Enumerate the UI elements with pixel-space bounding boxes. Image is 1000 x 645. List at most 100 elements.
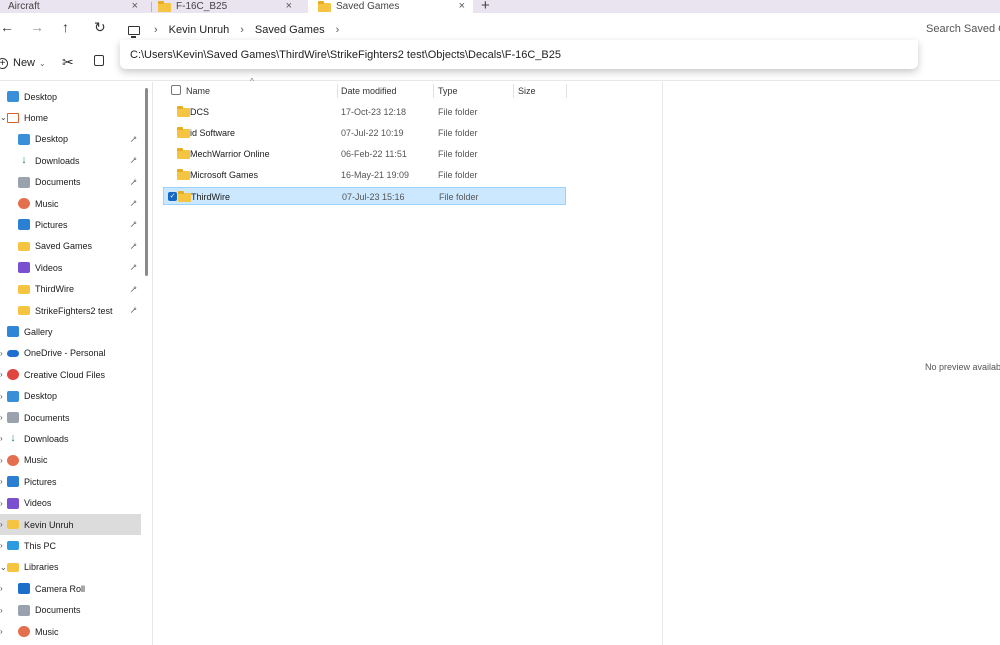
address-path-text[interactable]: C:\Users\Kevin\Saved Games\ThirdWire\Str…	[130, 49, 561, 61]
column-divider[interactable]	[566, 84, 567, 98]
pin-icon[interactable]: ⊸	[127, 261, 140, 274]
computer-icon	[128, 25, 140, 38]
chevron-right-icon[interactable]: ›	[240, 24, 244, 36]
column-size[interactable]: Size	[518, 86, 536, 96]
sidebar-item[interactable]: Desktop	[0, 86, 141, 107]
sidebar-item[interactable]: › Music	[0, 621, 141, 642]
refresh-icon[interactable]: ↻	[94, 19, 106, 36]
chevron-right-icon[interactable]: ›	[0, 541, 3, 550]
pin-icon[interactable]: ⊸	[127, 218, 140, 231]
sidebar-item-label: Documents	[35, 177, 81, 188]
chevron-down-icon[interactable]: ⌄	[0, 563, 7, 572]
file-row[interactable]: id Software 07-Jul-22 10:19 File folder	[163, 124, 566, 142]
breadcrumb-item[interactable]: Kevin Unruh	[169, 24, 230, 36]
chevron-right-icon[interactable]: ›	[0, 434, 3, 443]
column-divider[interactable]	[513, 84, 514, 98]
file-row[interactable]: ✓ ThirdWire 07-Jul-23 15:16 File folder	[163, 187, 566, 205]
column-type[interactable]: Type	[438, 86, 458, 96]
chevron-right-icon[interactable]: ›	[0, 456, 3, 465]
search-input[interactable]: Search Saved Ga	[926, 23, 1000, 35]
new-button[interactable]: + New ⌄	[0, 57, 46, 69]
folder-icon	[7, 520, 19, 529]
sidebar-item[interactable]: › Videos	[0, 493, 141, 514]
chevron-right-icon[interactable]: ›	[0, 477, 3, 486]
pin-icon[interactable]: ⊸	[127, 197, 140, 210]
sidebar-item[interactable]: › Kevin Unruh	[0, 514, 141, 535]
sidebar-item[interactable]: ⌄ Home	[0, 107, 141, 128]
select-all-checkbox[interactable]	[171, 85, 181, 95]
sidebar-item[interactable]: › OneDrive - Personal	[0, 343, 141, 364]
chevron-right-icon[interactable]: ›	[154, 24, 158, 36]
sidebar-item[interactable]: › Documents	[0, 600, 141, 621]
pin-icon[interactable]: ⊸	[127, 154, 140, 167]
sidebar-item[interactable]: Videos ⊸	[0, 257, 141, 278]
sidebar-item[interactable]: › Music	[0, 450, 141, 471]
chevron-right-icon[interactable]: ›	[0, 370, 3, 379]
cut-icon[interactable]: ✂	[62, 54, 74, 71]
sidebar-item[interactable]: ThirdWire ⊸	[0, 279, 141, 300]
file-row[interactable]: DCS 17-Oct-23 12:18 File folder	[163, 103, 566, 121]
sidebar-item[interactable]: ↓ Downloads ⊸	[0, 150, 141, 171]
close-icon[interactable]: ×	[286, 0, 292, 12]
sidebar-item-label: StrikeFighters2 test	[35, 305, 113, 316]
new-tab-icon[interactable]: +	[481, 0, 490, 13]
sidebar-item[interactable]: › Camera Roll	[0, 578, 141, 599]
sidebar-item[interactable]: › Documents	[0, 407, 141, 428]
sidebar-item[interactable]: › ↓ Downloads	[0, 428, 141, 449]
breadcrumb-item[interactable]: Saved Games	[255, 24, 325, 36]
chevron-right-icon[interactable]: ›	[0, 584, 3, 593]
sidebar-item[interactable]: StrikeFighters2 test ⊸	[0, 300, 141, 321]
pin-icon[interactable]: ⊸	[127, 304, 140, 317]
chevron-right-icon[interactable]: ›	[0, 413, 3, 422]
column-divider[interactable]	[337, 84, 338, 98]
tab-f16c-b25[interactable]: F-16C_B25 ×	[158, 0, 300, 13]
chevron-down-icon[interactable]: ⌄	[0, 113, 7, 122]
tab-aircraft[interactable]: Aircraft ×	[8, 0, 146, 13]
up-arrow-icon[interactable]: ↑	[62, 19, 69, 35]
sidebar-item[interactable]: › This PC	[0, 535, 141, 556]
sidebar-item-label: Saved Games	[35, 241, 93, 252]
chevron-right-icon[interactable]: ›	[0, 392, 3, 401]
sidebar-item[interactable]: Gallery	[0, 321, 141, 342]
sidebar-item[interactable]: › Desktop	[0, 386, 141, 407]
chevron-right-icon[interactable]: ›	[0, 520, 3, 529]
close-icon[interactable]: ×	[132, 0, 138, 12]
folder-icon	[177, 148, 190, 159]
back-arrow-icon[interactable]: ←	[0, 19, 14, 35]
sidebar-item[interactable]: Saved Games ⊸	[0, 236, 141, 257]
sidebar-item-label: Creative Cloud Files	[24, 369, 106, 380]
chevron-right-icon[interactable]: ›	[0, 627, 3, 636]
preview-divider[interactable]	[662, 82, 663, 645]
sidebar-item[interactable]: › Creative Cloud Files	[0, 364, 141, 385]
chevron-right-icon[interactable]: ›	[0, 499, 3, 508]
copy-icon[interactable]	[94, 55, 104, 66]
tab-saved-games[interactable]: Saved Games ×	[308, 0, 473, 13]
address-path-dropdown[interactable]: C:\Users\Kevin\Saved Games\ThirdWire\Str…	[120, 40, 918, 69]
sidebar-item[interactable]: Documents ⊸	[0, 172, 141, 193]
forward-arrow-icon[interactable]: →	[30, 19, 44, 35]
chevron-right-icon[interactable]: ›	[0, 606, 3, 615]
sidebar-item-label: Desktop	[24, 391, 58, 402]
sidebar-item[interactable]: ⌄ Libraries	[0, 557, 141, 578]
chevron-right-icon[interactable]: ›	[336, 24, 340, 36]
pin-icon[interactable]: ⊸	[127, 176, 140, 189]
pin-icon[interactable]: ⊸	[127, 240, 140, 253]
sidebar-scrollbar[interactable]	[145, 88, 148, 276]
sidebar-item[interactable]: Pictures ⊸	[0, 214, 141, 235]
sidebar-item[interactable]: › Pictures	[0, 471, 141, 492]
file-row[interactable]: MechWarrior Online 06-Feb-22 11:51 File fo…	[163, 145, 566, 163]
row-checkbox[interactable]: ✓	[168, 192, 177, 201]
chevron-right-icon[interactable]: ›	[0, 349, 3, 358]
sidebar-item-label: ThirdWire	[35, 284, 75, 295]
sidebar-item-label: Music	[24, 455, 48, 466]
pin-icon[interactable]: ⊸	[127, 283, 140, 296]
sidebar-item[interactable]: Music ⊸	[0, 193, 141, 214]
pin-icon[interactable]: ⊸	[127, 133, 140, 146]
file-row[interactable]: Microsoft Games 16-May-21 19:09 File folde…	[163, 166, 566, 184]
close-icon[interactable]: ×	[459, 0, 465, 12]
sidebar-item[interactable]: Desktop ⊸	[0, 129, 141, 150]
column-divider[interactable]	[433, 84, 434, 98]
column-date-modified[interactable]: Date modified	[341, 86, 397, 96]
column-name[interactable]: Name	[186, 86, 210, 96]
chevron-down-icon: ⌄	[39, 58, 46, 68]
